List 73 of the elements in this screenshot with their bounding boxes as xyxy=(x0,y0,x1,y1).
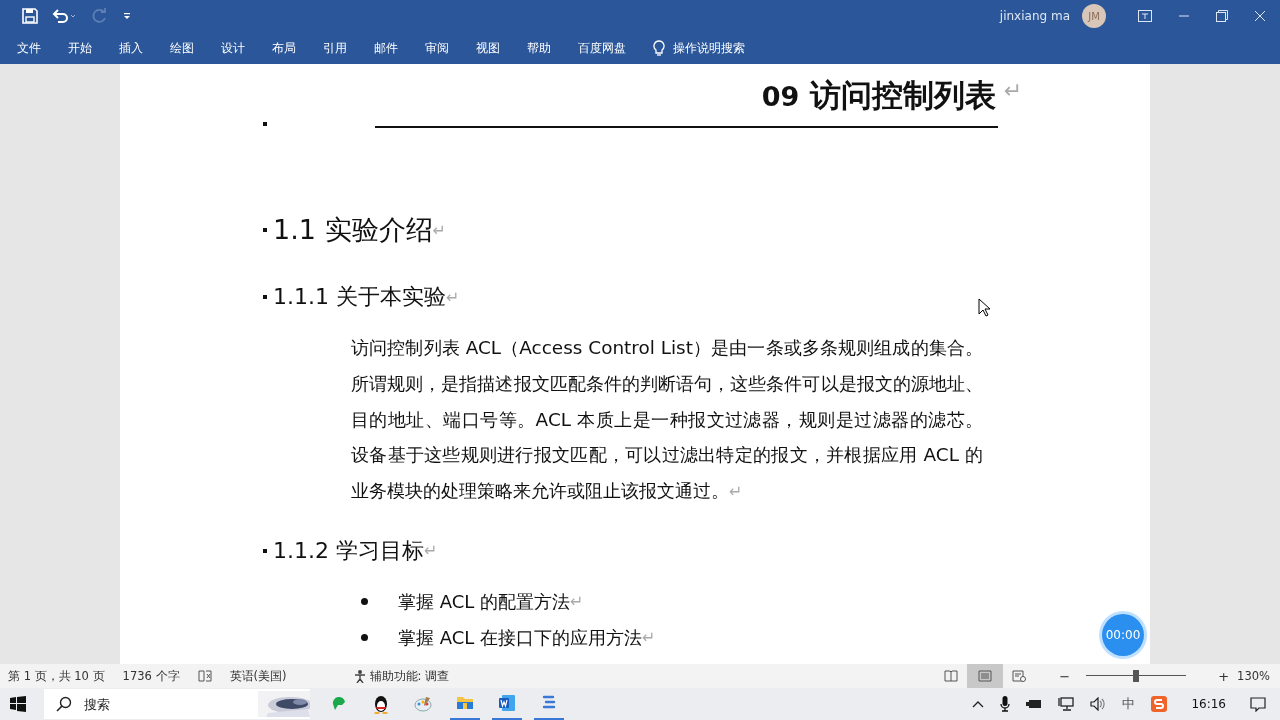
web-page-icon xyxy=(1012,670,1027,682)
zoom-percent[interactable]: 130% xyxy=(1237,669,1270,683)
ribbon-tab[interactable]: 开始 xyxy=(65,39,116,57)
zoom-in-button[interactable]: + xyxy=(1218,668,1230,684)
language-status[interactable]: 英语(美国) xyxy=(229,668,287,684)
zoom-slider-thumb[interactable] xyxy=(1133,670,1140,682)
subsection-heading: 1.1.1 关于本实验 xyxy=(273,283,446,311)
accessibility-status[interactable]: 辅助功能: 调查 xyxy=(369,668,450,684)
paragraph-mark-icon xyxy=(263,549,267,553)
ribbon-tab[interactable]: 绘图 xyxy=(167,39,218,57)
page-icon xyxy=(978,670,993,682)
start-icon[interactable] xyxy=(10,696,26,712)
ribbon-display-icon[interactable] xyxy=(1138,10,1152,22)
book-icon xyxy=(944,670,959,682)
ribbon-tab[interactable]: 设计 xyxy=(218,39,269,57)
undo-icon[interactable] xyxy=(52,8,78,24)
accessibility-icon[interactable] xyxy=(352,669,367,683)
volume-icon[interactable] xyxy=(1090,697,1107,711)
list-item: 掌握 ACL 的配置方法 xyxy=(398,590,571,614)
clock[interactable]: 16:16 xyxy=(1191,697,1226,711)
body-paragraph: 访问控制列表 ACL（Access Control List）是由一条或多条规则组成的集合。所谓规则，是指描述报文匹配条件的判断语句，这些条件可以是报文的源地址、目的地址、端口号等。ACL 本质上是一种报文过滤器，规则是过滤器的滤芯。设备基于这些规则进行报文匹配，可以过滤出特定的报文，并根据应用 ACL 的业务模块的处理策略来允许或阻止该报文通过。↵ xyxy=(351,336,983,504)
paragraph-mark: ↵ xyxy=(432,220,446,240)
document-title: 09 访问控制列表 xyxy=(761,78,996,113)
paragraph-mark: ↵ xyxy=(642,628,656,648)
section-heading: 1.1 实验介绍 xyxy=(273,213,433,247)
tell-me-field[interactable]: 操作说明搜索 xyxy=(653,39,745,57)
paragraph-mark-icon xyxy=(263,122,267,126)
ribbon-tab[interactable]: 引用 xyxy=(320,39,371,57)
proofing-icon[interactable] xyxy=(197,670,212,682)
ribbon-tab[interactable]: 邮件 xyxy=(371,39,422,57)
palette-icon[interactable] xyxy=(414,695,432,713)
bullet-icon xyxy=(361,634,368,642)
paragraph-mark: ↵ xyxy=(446,287,460,307)
ribbon-tab[interactable]: 布局 xyxy=(269,39,320,57)
customize-caret-icon[interactable] xyxy=(122,11,132,21)
page-count[interactable]: 第 1 页，共 10 页 xyxy=(8,668,105,684)
list-item: 掌握 ACL 在接口下的应用方法 xyxy=(398,626,643,650)
zoom-slider[interactable] xyxy=(1086,670,1187,682)
search-icon xyxy=(56,696,72,712)
save-icon[interactable] xyxy=(22,8,38,24)
ribbon-tab[interactable]: 文件 xyxy=(14,39,65,57)
user-name[interactable]: jinxiang ma xyxy=(999,9,1070,23)
ribbon-tab[interactable]: 百度网盘 xyxy=(575,39,639,57)
print-layout-button[interactable] xyxy=(967,664,1004,688)
notification-icon[interactable] xyxy=(1250,696,1266,712)
mouse-pointer-icon xyxy=(978,298,990,317)
ribbon-tab[interactable]: 审阅 xyxy=(422,39,473,57)
ribbon-tab[interactable]: 视图 xyxy=(473,39,524,57)
search-input[interactable]: 搜索 xyxy=(82,695,248,713)
penguin-icon[interactable] xyxy=(372,694,390,714)
document-app-icon[interactable] xyxy=(498,694,516,712)
paragraph-mark: ↵ xyxy=(1003,78,1022,103)
zoom-out-button[interactable]: − xyxy=(1059,668,1071,684)
word-count[interactable]: 1736 个字 xyxy=(122,668,180,684)
input-method-app-icon[interactable] xyxy=(1151,696,1168,712)
lightbulb-icon xyxy=(653,40,665,56)
close-icon[interactable] xyxy=(1254,10,1266,22)
microphone-icon[interactable] xyxy=(1000,696,1011,712)
restore-icon[interactable] xyxy=(1216,10,1228,22)
battery-icon[interactable] xyxy=(1026,698,1043,710)
folder-icon[interactable] xyxy=(456,695,474,711)
input-method-indicator[interactable]: 中 xyxy=(1122,695,1136,713)
network-icon[interactable] xyxy=(1058,697,1075,711)
paragraph-mark: ↵ xyxy=(424,541,438,561)
paragraph-mark: ↵ xyxy=(570,592,584,612)
tray-caret-icon[interactable] xyxy=(972,700,985,708)
ribbon-tab[interactable]: 帮助 xyxy=(524,39,575,57)
paragraph-mark-icon xyxy=(263,295,267,299)
ribbon-tab[interactable]: 插入 xyxy=(116,39,167,57)
taskbar-search-bar[interactable]: 搜索 xyxy=(44,689,310,719)
subsection-heading: 1.1.2 学习目标 xyxy=(273,537,424,565)
paragraph-mark-icon xyxy=(263,228,267,232)
bullet-icon xyxy=(361,598,368,606)
